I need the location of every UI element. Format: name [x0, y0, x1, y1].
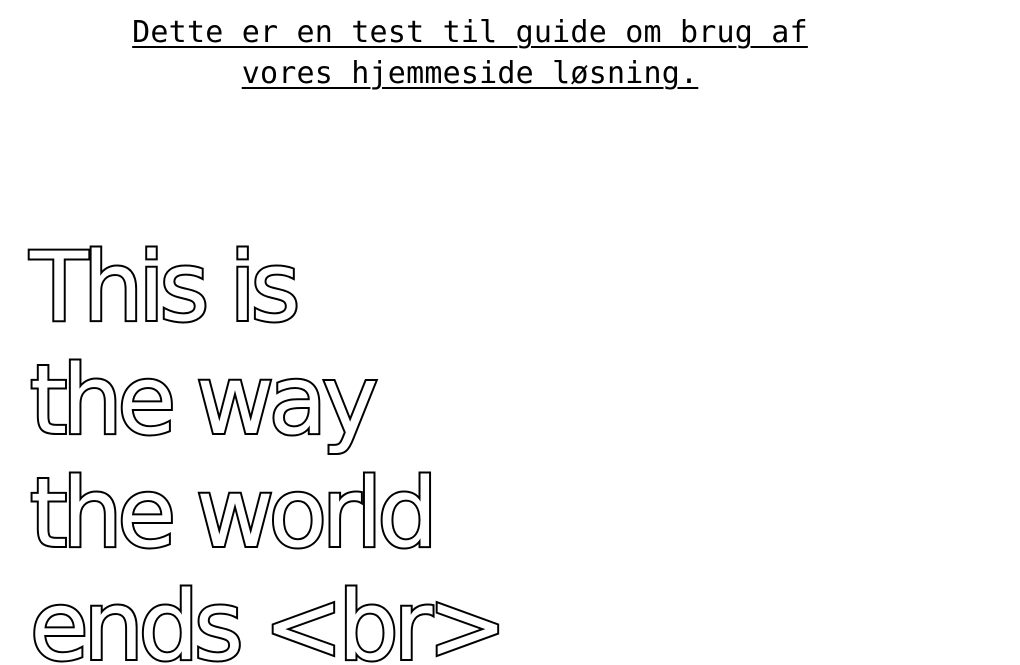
intro-line-2: vores hjemmeside løsning. [241, 56, 699, 91]
intro-line-1: Dette er en test til guide om brug af [132, 15, 808, 50]
headline-line-2: the way [28, 344, 380, 458]
intro-text: Dette er en test til guide om brug af vo… [0, 12, 940, 94]
headline-line-4: ends <br> [28, 570, 509, 665]
page: Dette er en test til guide om brug af vo… [0, 0, 1020, 665]
outlined-headline: This is the way the world ends <br> [28, 231, 509, 665]
headline-line-3: the world [28, 457, 440, 571]
headline-line-1: This is [28, 231, 302, 345]
